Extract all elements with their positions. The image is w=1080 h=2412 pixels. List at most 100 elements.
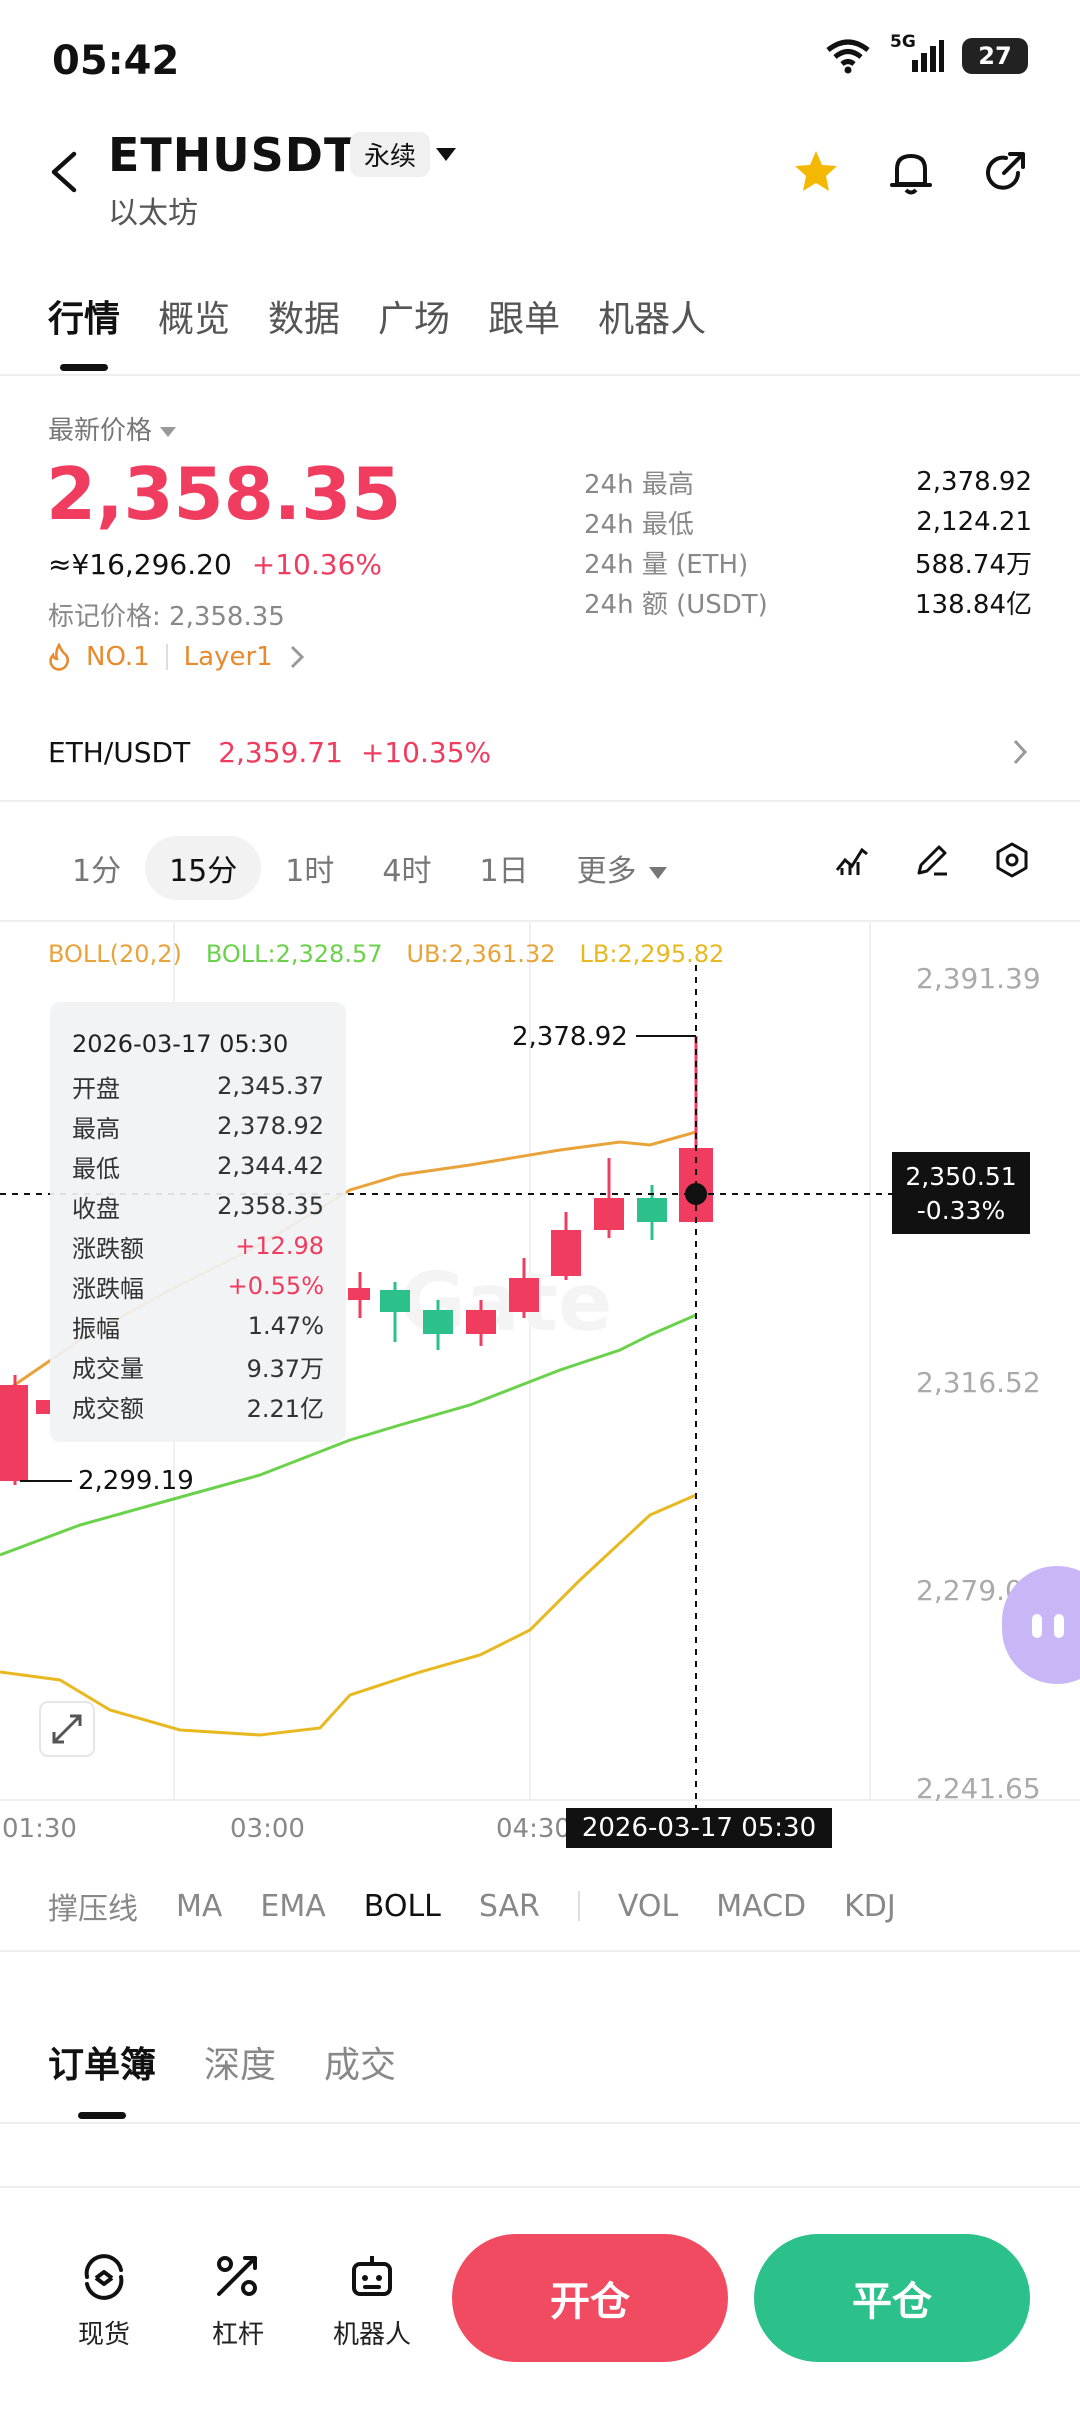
tooltip-key: 最低 — [72, 1154, 120, 1183]
divider — [0, 800, 1080, 802]
tooltip-value: 2,358.35 — [217, 1192, 324, 1220]
timeframe-1h[interactable]: 1时 — [261, 836, 358, 900]
stat-row: 24h 最低 2,124.21 — [584, 502, 1032, 542]
boll-legend: BOLL(20,2) BOLL:2,328.57 UB:2,361.32 LB:… — [48, 940, 724, 968]
stat-row: 24h 量 (ETH) 588.74万 — [584, 542, 1032, 582]
share-icon[interactable] — [982, 149, 1028, 195]
indicator-divider — [577, 1891, 580, 1921]
status-icons: 5G 27 — [824, 32, 1028, 74]
tooltip-value: 2,345.37 — [217, 1072, 324, 1100]
tab-market[interactable]: 行情 — [48, 290, 120, 342]
tooltip-value: 1.47% — [247, 1312, 324, 1340]
tooltip-row: 最低 2,344.42 — [72, 1146, 324, 1186]
indicator-macd[interactable]: MACD — [716, 1889, 806, 1924]
timeframe-more[interactable]: 更多 — [553, 836, 691, 900]
timeframe-selector: 1分 15分 1时 4时 1日 更多 — [48, 836, 691, 900]
contract-type-badge[interactable]: 永续 — [350, 132, 431, 177]
nav-bot-label: 机器人 — [332, 2320, 411, 2350]
favorite-star-icon[interactable] — [792, 148, 840, 196]
tab-overview[interactable]: 概览 — [158, 290, 230, 342]
low-annotation: 2,299.19 — [78, 1466, 194, 1496]
tab-bots[interactable]: 机器人 — [598, 290, 706, 342]
nav-spot[interactable]: 现货 — [44, 2250, 164, 2351]
timeframe-4h[interactable]: 4时 — [358, 836, 455, 900]
tab-data[interactable]: 数据 — [268, 290, 340, 342]
latest-price-label-text: 最新价格 — [48, 416, 153, 446]
chevron-right-icon[interactable] — [289, 644, 305, 670]
pair-dropdown-icon[interactable] — [436, 148, 456, 161]
stat-value: 2,124.21 — [916, 507, 1032, 537]
boll-mid: BOLL:2,328.57 — [205, 940, 383, 968]
divider — [0, 1950, 1080, 1952]
tooltip-value: 9.37万 — [246, 1354, 324, 1383]
latest-price-label[interactable]: 最新价格 — [48, 410, 177, 447]
open-position-button[interactable]: 开仓 — [452, 2234, 728, 2362]
bubble-eye-icon — [1032, 1614, 1042, 1638]
indicator-ma[interactable]: MA — [176, 1889, 222, 1924]
high-annotation: 2,378.92 — [512, 1022, 628, 1052]
back-arrow-icon[interactable] — [46, 150, 82, 194]
indicator-vol[interactable]: VOL — [618, 1889, 678, 1924]
tooltip-value: 2,344.42 — [217, 1152, 324, 1180]
header-actions — [792, 148, 1028, 196]
price-change-pct: +10.36% — [251, 548, 383, 581]
main-tabs: 行情 概览 数据 广场 跟单 机器人 — [48, 290, 706, 342]
draw-pen-icon[interactable] — [914, 842, 950, 878]
tooltip-value: +12.98 — [235, 1232, 324, 1260]
crosshair-price-label: 2,350.51 -0.33% — [892, 1152, 1030, 1234]
x-axis-label: 04:30 — [496, 1814, 571, 1844]
nav-spot-label: 现货 — [77, 2320, 130, 2350]
bell-icon[interactable] — [888, 148, 934, 196]
tooltip-row: 成交量 9.37万 — [72, 1346, 324, 1386]
stat-value: 2,378.92 — [916, 467, 1032, 497]
tooltip-key: 最高 — [72, 1114, 120, 1143]
tab-orderbook[interactable]: 订单簿 — [48, 2036, 156, 2088]
chevron-right-icon[interactable] — [1012, 738, 1028, 766]
pair-title[interactable]: ETHUSDT — [108, 128, 356, 182]
settings-icon[interactable] — [994, 842, 1030, 878]
timeframe-more-label: 更多 — [576, 854, 637, 889]
indicator-kdj[interactable]: KDJ — [844, 1889, 896, 1924]
indicator-support-resistance[interactable]: 撑压线 — [48, 1884, 138, 1928]
category-tag[interactable]: Layer1 — [184, 642, 273, 672]
tab-trades[interactable]: 成交 — [324, 2036, 396, 2088]
spot-pair-name: ETH/USDT — [48, 736, 191, 769]
stat-row: 24h 最高 2,378.92 — [584, 462, 1032, 502]
tooltip-key: 成交额 — [72, 1394, 144, 1423]
timeframe-15m[interactable]: 15分 — [145, 836, 262, 900]
tag-row: NO.1 Layer1 — [48, 642, 305, 672]
indicator-icon[interactable] — [834, 842, 870, 878]
stat-label: 24h 量 (ETH) — [584, 549, 749, 580]
tooltip-row: 最高 2,378.92 — [72, 1106, 324, 1146]
chart-tools — [834, 842, 1030, 878]
spot-icon — [84, 2254, 124, 2300]
timeframe-1d[interactable]: 1日 — [455, 836, 552, 900]
indicator-boll[interactable]: BOLL — [364, 1889, 441, 1924]
close-position-button[interactable]: 平仓 — [754, 2234, 1030, 2362]
spot-pair-row[interactable]: ETH/USDT 2,359.71 +10.35% — [48, 736, 491, 769]
tab-active-indicator — [78, 2112, 126, 2119]
tab-square[interactable]: 广场 — [378, 290, 450, 342]
indicator-sar[interactable]: SAR — [479, 1889, 540, 1924]
tab-copy-trade[interactable]: 跟单 — [488, 290, 560, 342]
tooltip-row: 开盘 2,345.37 — [72, 1066, 324, 1106]
stat-value: 588.74万 — [915, 549, 1032, 580]
rank-tag[interactable]: NO.1 — [86, 642, 150, 672]
divider — [0, 374, 1080, 376]
boll-ub: UB:2,361.32 — [406, 940, 556, 968]
tab-depth[interactable]: 深度 — [204, 2036, 276, 2088]
nav-margin[interactable]: 杠杆 — [178, 2250, 298, 2351]
mark-price: 标记价格: 2,358.35 — [48, 602, 285, 632]
indicator-ema[interactable]: EMA — [260, 1889, 325, 1924]
candle-tooltip: 2026-03-17 05:30 开盘 2,345.37 最高 2,378.92 最… — [50, 1002, 346, 1442]
tooltip-key: 涨跌幅 — [72, 1274, 144, 1303]
wifi-icon — [826, 39, 870, 74]
timeframe-1m[interactable]: 1分 — [48, 836, 145, 900]
tooltip-value: 2.21亿 — [246, 1394, 324, 1423]
clock: 05:42 — [52, 38, 180, 84]
tooltip-key: 振幅 — [72, 1314, 120, 1343]
robot-icon — [352, 2256, 392, 2296]
tooltip-row: 振幅 1.47% — [72, 1306, 324, 1346]
pair-subtitle: 以太坊 — [108, 196, 198, 231]
nav-bot[interactable]: 机器人 — [312, 2250, 432, 2351]
